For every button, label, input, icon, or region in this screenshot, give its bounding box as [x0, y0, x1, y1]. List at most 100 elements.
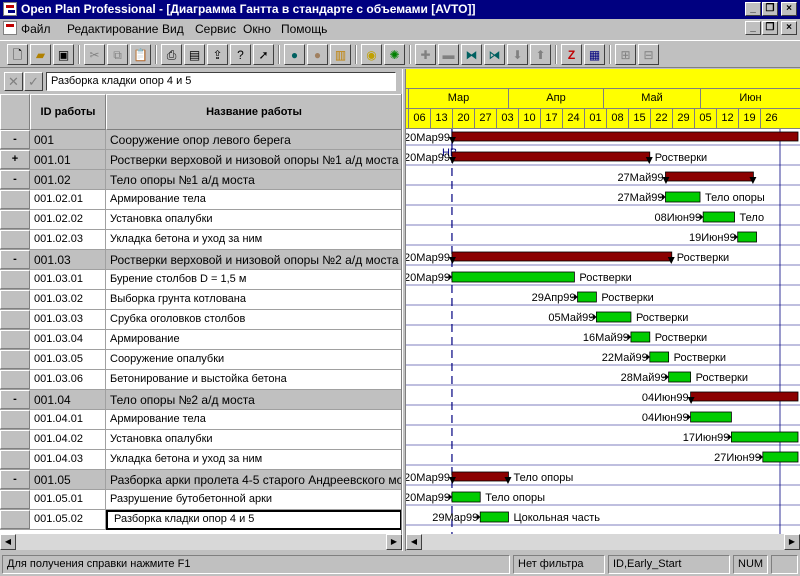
- row-id-cell[interactable]: 001.04: [30, 390, 106, 410]
- app-icon[interactable]: [3, 2, 17, 16]
- move-down-icon[interactable]: ⬇: [507, 44, 528, 65]
- table-row[interactable]: 001.03.05 Сооружение опалубки: [0, 350, 401, 370]
- table-row[interactable]: 001.02.03 Укладка бетона и уход за ним: [0, 230, 401, 250]
- row-toggle-button[interactable]: [0, 350, 30, 369]
- collapse-icon[interactable]: ⊟: [638, 44, 659, 65]
- row-toggle-button[interactable]: +: [0, 150, 30, 169]
- row-toggle-button[interactable]: -: [0, 170, 30, 189]
- row-name-cell[interactable]: Ростверки верховой и низовой опоры №2 а/…: [106, 250, 401, 270]
- scroll-left-icon[interactable]: ◀: [0, 534, 16, 550]
- row-toggle-button[interactable]: [0, 270, 30, 289]
- gantt-scroll-right-icon[interactable]: ▶: [784, 534, 800, 550]
- row-name-cell[interactable]: Разборка арки пролета 4-5 старого Андрее…: [106, 470, 401, 490]
- table-row[interactable]: -001.03 Ростверки верховой и низовой опор…: [0, 250, 401, 270]
- table-row[interactable]: 001.03.01 Бурение столбов D = 1,5 м: [0, 270, 401, 290]
- row-toggle-button[interactable]: [0, 370, 30, 389]
- table-row[interactable]: 001.03.04 Армирование: [0, 330, 401, 350]
- link-icon[interactable]: ⧓: [461, 44, 482, 65]
- table-row[interactable]: 001.03.02 Выборка грунта котлована: [0, 290, 401, 310]
- row-toggle-button[interactable]: -: [0, 470, 30, 489]
- menu-service[interactable]: Сервис: [195, 22, 236, 36]
- row-name-cell[interactable]: Тело опоры №1 а/д моста: [106, 170, 401, 190]
- table-row[interactable]: +001.01 Ростверки верховой и низовой опор…: [0, 150, 401, 170]
- row-name-cell[interactable]: Сооружение опор левого берега: [106, 130, 401, 150]
- row-name-cell[interactable]: Бетонирование и выстойка бетона: [106, 370, 401, 390]
- row-id-cell[interactable]: 001.01: [30, 150, 106, 170]
- menu-window[interactable]: Окно: [243, 22, 271, 36]
- row-name-cell[interactable]: Установка опалубки: [106, 430, 401, 450]
- row-name-cell[interactable]: Укладка бетона и уход за ним: [106, 230, 401, 250]
- cancel-edit-icon[interactable]: ✕: [4, 72, 23, 91]
- row-toggle-button[interactable]: -: [0, 390, 30, 409]
- menu-file[interactable]: Файл: [21, 22, 51, 36]
- row-name-cell[interactable]: Выборка грунта котлована: [106, 290, 401, 310]
- properties-icon[interactable]: ?: [230, 44, 251, 65]
- mdi-minimize-icon[interactable]: _: [745, 21, 761, 35]
- row-toggle-button[interactable]: [0, 310, 30, 329]
- row-id-cell[interactable]: 001.03.02: [30, 290, 106, 310]
- expand-icon[interactable]: ⊞: [615, 44, 636, 65]
- close-icon[interactable]: ×: [781, 2, 797, 16]
- table-row[interactable]: 001.02.01 Армирование тела: [0, 190, 401, 210]
- table-row[interactable]: 001.02.02 Установка опалубки: [0, 210, 401, 230]
- document-icon[interactable]: [3, 21, 17, 35]
- confirm-edit-icon[interactable]: ✓: [24, 72, 43, 91]
- row-id-cell[interactable]: 001.03: [30, 250, 106, 270]
- mdi-restore-icon[interactable]: ❐: [762, 21, 778, 35]
- row-toggle-button[interactable]: [0, 330, 30, 349]
- palette-icon[interactable]: ●: [307, 44, 328, 65]
- cell-edit-field[interactable]: Разборка кладки опор 4 и 5: [46, 72, 396, 91]
- row-name-cell[interactable]: Установка опалубки: [106, 210, 401, 230]
- mdi-close-icon[interactable]: ×: [781, 21, 797, 35]
- row-name-cell[interactable]: Армирование тела: [106, 410, 401, 430]
- open-icon[interactable]: ▰: [30, 44, 51, 65]
- row-name-cell[interactable]: Армирование тела: [106, 190, 401, 210]
- menu-help[interactable]: Помощь: [281, 22, 327, 36]
- scroll-right-icon[interactable]: ▶: [386, 534, 402, 550]
- row-toggle-button[interactable]: [0, 430, 30, 449]
- move-up-icon[interactable]: ⬆: [530, 44, 551, 65]
- row-id-cell[interactable]: 001.03.03: [30, 310, 106, 330]
- table-row[interactable]: -001.05 Разборка арки пролета 4-5 старого…: [0, 470, 401, 490]
- row-id-cell[interactable]: 001.05.02: [30, 510, 106, 530]
- sun-icon[interactable]: ✺: [384, 44, 405, 65]
- gantt-scroll-left-icon[interactable]: ◀: [406, 534, 422, 550]
- print-preview-icon[interactable]: ▤: [184, 44, 205, 65]
- row-toggle-button[interactable]: [0, 290, 30, 309]
- table-row[interactable]: 001.04.03 Укладка бетона и уход за ним: [0, 450, 401, 470]
- row-toggle-button[interactable]: [0, 510, 30, 529]
- row-id-cell[interactable]: 001.03.01: [30, 270, 106, 290]
- gantt-horizontal-scrollbar[interactable]: ◀ ▶: [406, 534, 800, 550]
- menu-view[interactable]: Вид: [162, 22, 184, 36]
- row-id-cell[interactable]: 001.02.03: [30, 230, 106, 250]
- row-name-cell[interactable]: Сооружение опалубки: [106, 350, 401, 370]
- row-id-cell[interactable]: 001.03.04: [30, 330, 106, 350]
- row-name-cell[interactable]: Укладка бетона и уход за ним: [106, 450, 401, 470]
- row-toggle-button[interactable]: -: [0, 130, 30, 149]
- table-horizontal-scrollbar[interactable]: ◀ ▶: [0, 534, 402, 550]
- table-row[interactable]: 001.04.01 Армирование тела: [0, 410, 401, 430]
- row-id-cell[interactable]: 001.03.05: [30, 350, 106, 370]
- unlink-icon[interactable]: ⧒: [484, 44, 505, 65]
- row-id-cell[interactable]: 001.02.02: [30, 210, 106, 230]
- row-toggle-button[interactable]: [0, 230, 30, 249]
- row-toggle-button[interactable]: -: [0, 250, 30, 269]
- row-id-cell[interactable]: 001: [30, 130, 106, 150]
- row-id-cell[interactable]: 001.03.06: [30, 370, 106, 390]
- globe-icon[interactable]: ●: [284, 44, 305, 65]
- row-id-cell[interactable]: 001.04.02: [30, 430, 106, 450]
- row-id-cell[interactable]: 001.02: [30, 170, 106, 190]
- save-icon[interactable]: ▣: [53, 44, 74, 65]
- table-row[interactable]: -001.02 Тело опоры №1 а/д моста: [0, 170, 401, 190]
- zigzag-icon[interactable]: Z: [561, 44, 582, 65]
- print-icon[interactable]: ⎙: [161, 44, 182, 65]
- row-id-cell[interactable]: 001.04.03: [30, 450, 106, 470]
- column-header-id[interactable]: ID работы: [30, 94, 106, 130]
- table-row[interactable]: 001.03.06 Бетонирование и выстойка бетона: [0, 370, 401, 390]
- row-toggle-button[interactable]: [0, 190, 30, 209]
- layout-icon[interactable]: ▦: [584, 44, 605, 65]
- table-row[interactable]: -001 Сооружение опор левого берега: [0, 130, 401, 150]
- column-header-name[interactable]: Название работы: [106, 94, 401, 130]
- row-toggle-button[interactable]: [0, 410, 30, 429]
- table-row[interactable]: 001.05.01 Разрушение бутобетонной арки: [0, 490, 401, 510]
